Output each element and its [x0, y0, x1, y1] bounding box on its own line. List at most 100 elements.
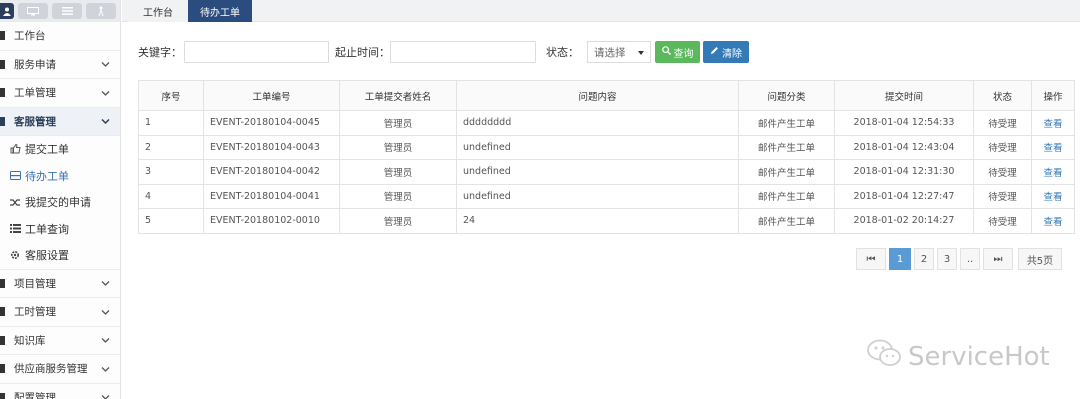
- view-link[interactable]: 查看: [1043, 217, 1062, 228]
- page-ellipsis: ..: [960, 248, 980, 270]
- query-button[interactable]: 查询: [655, 41, 700, 63]
- page-button-3[interactable]: 3: [937, 248, 957, 270]
- sidebar-item-worktime[interactable]: 工时管理: [0, 298, 120, 327]
- submenu-item-label: 客服设置: [25, 249, 69, 263]
- cell-submitter: 管理员: [339, 159, 457, 185]
- cell-content: undefined: [456, 134, 739, 160]
- sidebar-item-support[interactable]: 客服管理: [0, 107, 120, 136]
- cell-status: 待受理: [973, 208, 1032, 234]
- workbench-icon: [0, 31, 14, 41]
- cell-category: 邮件产生工单: [738, 208, 835, 234]
- cell-ticket-id: EVENT-20180102-0010: [203, 208, 340, 234]
- support-icon: [0, 116, 14, 126]
- col-header-content: 问题内容: [456, 80, 739, 111]
- view-link[interactable]: 查看: [1043, 143, 1062, 154]
- submenu-item-label: 工单查询: [25, 222, 69, 236]
- page-button-2[interactable]: 2: [914, 248, 934, 270]
- search-bar: 关键字： 起止时间： 状态： 请选择 查询 清除: [138, 41, 749, 63]
- cell-status: 待受理: [973, 110, 1032, 136]
- submenu-item-submit-ticket[interactable]: 提交工单: [0, 136, 120, 163]
- first-page-button[interactable]: ⏮: [856, 248, 886, 270]
- user-icon[interactable]: [0, 3, 14, 19]
- clear-button-label: 清除: [722, 48, 742, 60]
- last-page-button[interactable]: ⏭: [983, 248, 1013, 270]
- cell-submit-time: 2018-01-04 12:54:33: [834, 110, 974, 136]
- cell-ticket-id: EVENT-20180104-0042: [203, 159, 340, 185]
- status-label: 状态：: [546, 46, 579, 59]
- cell-action: 查看: [1031, 183, 1075, 209]
- cell-action: 查看: [1031, 134, 1075, 160]
- chevron-down-icon: [101, 334, 110, 347]
- thumb-icon: [10, 144, 25, 154]
- chevron-down-icon: [101, 305, 110, 318]
- monitor-icon[interactable]: [18, 3, 48, 19]
- col-header-action: 操作: [1031, 80, 1075, 111]
- col-header-index: 序号: [138, 80, 204, 111]
- submenu-item-support-settings[interactable]: 客服设置: [0, 242, 120, 269]
- sidebar-item-config[interactable]: 配置管理: [0, 384, 120, 399]
- submenu-item-pending-tickets[interactable]: 待办工单: [0, 163, 120, 190]
- table-row: 1 EVENT-20180104-0045 管理员 dddddddd 邮件产生工…: [138, 110, 1075, 136]
- cell-action: 查看: [1031, 208, 1075, 234]
- page-button-1[interactable]: 1: [889, 248, 911, 270]
- project-icon: [0, 278, 14, 288]
- list-icon: [10, 224, 25, 234]
- sidebar-item-workbench[interactable]: 工作台: [0, 22, 120, 51]
- person-icon[interactable]: [86, 3, 116, 19]
- submenu-item-my-requests[interactable]: 我提交的申请: [0, 189, 120, 216]
- clear-button[interactable]: 清除: [703, 41, 749, 63]
- sidebar-item-knowledge[interactable]: 知识库: [0, 327, 120, 355]
- submenu-item-label: 待办工单: [25, 169, 69, 183]
- sidebar-item-label: 客服管理: [14, 115, 56, 128]
- caret-down-icon: [638, 46, 644, 58]
- sidebar-item-label: 项目管理: [14, 277, 56, 290]
- sidebar-item-label: 工时管理: [14, 306, 56, 319]
- cell-index: 5: [138, 208, 204, 234]
- status-select-value: 请选择: [594, 46, 626, 59]
- table-row: 5 EVENT-20180102-0010 管理员 24 邮件产生工单 2018…: [138, 208, 1075, 234]
- keyword-label: 关键字：: [138, 46, 182, 59]
- chevron-down-icon: [101, 115, 110, 128]
- view-link[interactable]: 查看: [1043, 119, 1062, 130]
- keyword-input[interactable]: [184, 41, 329, 63]
- tab-workbench[interactable]: 工作台: [128, 0, 188, 22]
- query-button-label: 查询: [673, 48, 694, 60]
- support-submenu: 提交工单 待办工单 我提交的申请 工单查询 客服设置: [0, 136, 120, 270]
- time-range-input[interactable]: [390, 41, 536, 63]
- ticket-icon: [0, 88, 14, 98]
- col-header-category: 问题分类: [738, 80, 835, 111]
- time-range-label: 起止时间：: [335, 46, 390, 59]
- cell-index: 4: [138, 183, 204, 209]
- cell-index: 1: [138, 110, 204, 136]
- chevron-down-icon: [101, 362, 110, 375]
- cell-content: 24: [456, 208, 739, 234]
- sidebar-item-service[interactable]: 服务申请: [0, 51, 120, 79]
- submenu-item-label: 我提交的申请: [25, 196, 91, 210]
- cell-ticket-id: EVENT-20180104-0041: [203, 183, 340, 209]
- cell-index: 2: [138, 134, 204, 160]
- sidebar-menu: 工作台 服务申请 工单管理 客服管理 提交工单 待办工单 我提交的申请 工单查询…: [0, 22, 120, 399]
- menu-icon[interactable]: [52, 3, 82, 19]
- submenu-item-ticket-query[interactable]: 工单查询: [0, 216, 120, 243]
- cell-status: 待受理: [973, 134, 1032, 160]
- sidebar-item-tickets[interactable]: 工单管理: [0, 79, 120, 108]
- shuffle-icon: [10, 198, 25, 207]
- sidebar-item-supplier[interactable]: 供应商服务管理: [0, 355, 120, 384]
- cell-submit-time: 2018-01-04 12:27:47: [834, 183, 974, 209]
- cell-action: 查看: [1031, 159, 1075, 185]
- table-row: 4 EVENT-20180104-0041 管理员 undefined 邮件产生…: [138, 183, 1075, 209]
- tab-pending-tickets[interactable]: 待办工单: [188, 0, 252, 22]
- cell-status: 待受理: [973, 159, 1032, 185]
- sidebar-item-label: 配置管理: [14, 391, 56, 399]
- cell-category: 邮件产生工单: [738, 183, 835, 209]
- view-link[interactable]: 查看: [1043, 168, 1062, 179]
- book-icon: [0, 335, 14, 345]
- col-header-ticket-id: 工单编号: [203, 80, 340, 111]
- cell-content: undefined: [456, 183, 739, 209]
- view-link[interactable]: 查看: [1043, 192, 1062, 203]
- status-select[interactable]: 请选择: [587, 41, 651, 63]
- sidebar-item-projects[interactable]: 项目管理: [0, 270, 120, 298]
- cell-category: 邮件产生工单: [738, 134, 835, 160]
- cell-ticket-id: EVENT-20180104-0043: [203, 134, 340, 160]
- sidebar-item-label: 工单管理: [14, 87, 56, 100]
